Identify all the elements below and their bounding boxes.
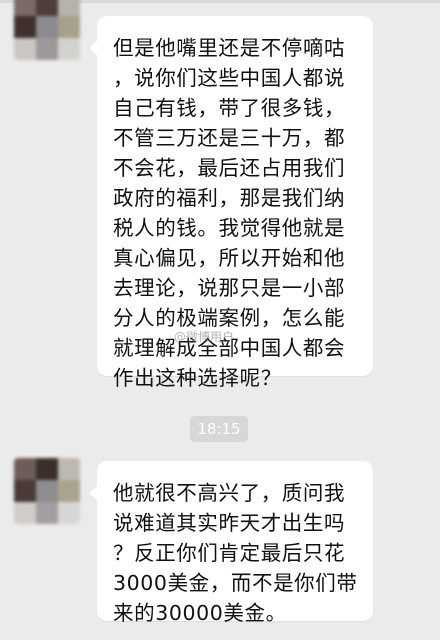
chat-conversation: 但是他嘴里还是不停嘀咕 ，说你们这些中国人都说 自己有钱，带了很多钱， 不管三万… <box>0 0 440 640</box>
watermark: @微博用户 <box>174 330 235 344</box>
message-bubble[interactable]: 但是他嘴里还是不停嘀咕 ，说你们这些中国人都说 自己有钱，带了很多钱， 不管三万… <box>89 16 373 390</box>
message-bubble[interactable]: 他就很不高兴了，质问我 说难道其实昨天才出生吗 ？反正你们肯定最后只花 3000… <box>89 461 373 625</box>
avatar[interactable] <box>14 458 80 524</box>
timestamp: 18:15 <box>190 416 248 442</box>
avatar[interactable] <box>14 0 80 60</box>
